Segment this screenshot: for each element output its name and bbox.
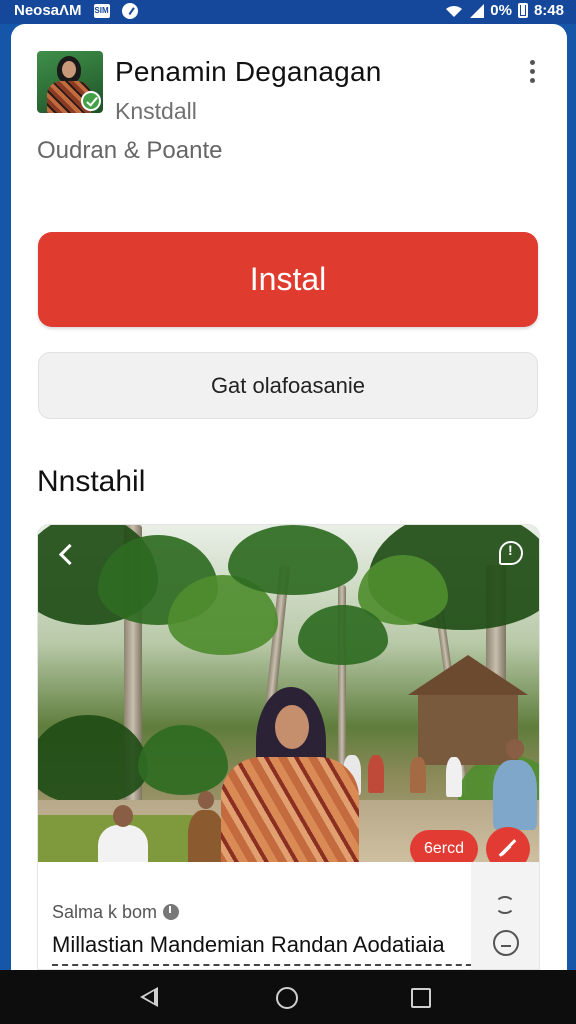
bush xyxy=(138,725,228,795)
status-left: NeosaΛM SIM xyxy=(14,2,138,19)
author-name: Salma k bom xyxy=(52,902,158,922)
house xyxy=(418,695,518,765)
feedback-icon[interactable] xyxy=(499,541,523,565)
battery-percent: 0% xyxy=(490,2,512,19)
woman-batik-dress xyxy=(221,757,359,862)
back-icon[interactable] xyxy=(140,987,158,1007)
villager-head xyxy=(113,805,133,827)
more-options-icon[interactable] xyxy=(527,60,537,86)
screenshot-photo[interactable]: 6ercd xyxy=(38,525,539,862)
media-card[interactable]: 6ercd Salma k bom Millastian Mandemian R… xyxy=(37,524,540,970)
villager xyxy=(410,757,426,793)
status-right: 0% 8:48 xyxy=(444,2,564,19)
caption-author[interactable]: Salma k bom xyxy=(52,902,180,923)
villager xyxy=(368,755,384,793)
media-caption: Salma k bom Millastian Mandemian Randan … xyxy=(38,862,539,969)
battery-icon xyxy=(517,3,528,18)
villager xyxy=(493,760,537,830)
photo-pill-button[interactable]: 6ercd xyxy=(410,830,479,862)
app-icon[interactable] xyxy=(37,51,103,113)
signal-icon xyxy=(470,3,485,18)
clock: 8:48 xyxy=(533,2,564,19)
villager-head xyxy=(506,739,524,759)
app-detail-card: Penamin Deganagan Knstdall Oudran & Poan… xyxy=(11,24,567,970)
house-roof xyxy=(408,655,528,695)
section-title: Nnstahil xyxy=(37,465,146,498)
villager xyxy=(98,825,148,862)
sim-card-icon: SIM xyxy=(93,3,110,18)
install-button[interactable]: Instal xyxy=(38,232,538,327)
check-circle-icon xyxy=(121,2,138,19)
app-title: Penamin Deganagan xyxy=(115,56,382,87)
home-icon[interactable] xyxy=(276,987,298,1009)
caption-actions xyxy=(471,862,539,969)
wifi-icon xyxy=(446,5,463,17)
info-icon xyxy=(163,904,180,920)
refresh-icon[interactable] xyxy=(495,896,515,914)
app-icon-face xyxy=(62,61,76,78)
woman-face xyxy=(275,705,309,749)
navigation-bar xyxy=(0,970,576,1024)
emoji-face-icon[interactable] xyxy=(493,930,519,956)
villager-head xyxy=(198,791,214,809)
secondary-button[interactable]: Gat olafoasanie xyxy=(38,352,538,419)
verified-icon xyxy=(81,91,101,111)
developer-name[interactable]: Knstdall xyxy=(115,98,197,125)
recents-icon[interactable] xyxy=(411,988,431,1008)
villager xyxy=(446,757,462,797)
palm-leaf xyxy=(228,525,358,595)
carrier-label: NeosaΛM xyxy=(14,2,82,19)
app-category: Oudran & Poante xyxy=(37,137,223,164)
villager xyxy=(188,810,224,862)
back-arrow-icon[interactable] xyxy=(56,543,78,565)
caption-title[interactable]: Millastian Mandemian Randan Aodatiaia xyxy=(52,932,482,958)
status-bar: NeosaΛM SIM 0% 8:48 xyxy=(0,0,576,24)
